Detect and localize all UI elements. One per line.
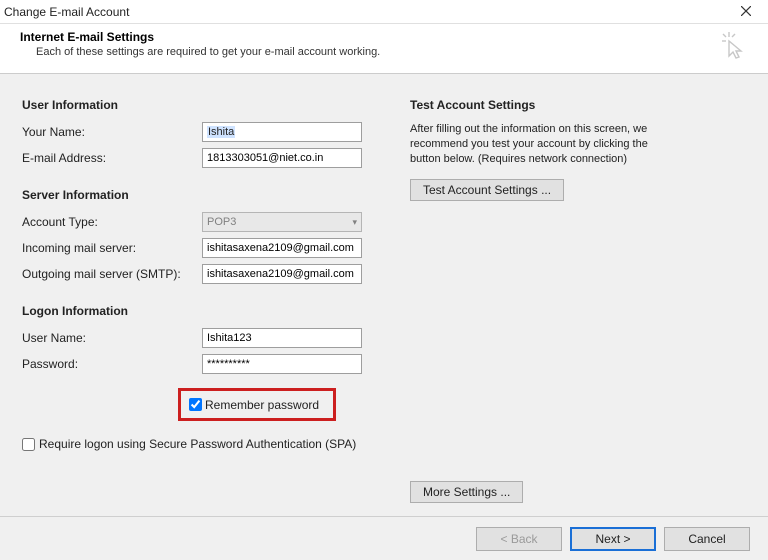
incoming-label: Incoming mail server:: [22, 241, 202, 255]
email-input[interactable]: [202, 148, 362, 168]
account-type-value: POP3: [207, 216, 236, 228]
header-text: Internet E-mail Settings Each of these s…: [20, 30, 380, 58]
user-information-title: User Information: [22, 98, 382, 112]
incoming-row: Incoming mail server:: [22, 238, 382, 258]
your-name-value: Ishita: [207, 126, 235, 138]
spa-checkbox[interactable]: [22, 438, 35, 451]
footer: < Back Next > Cancel: [0, 516, 768, 560]
spa-label: Require logon using Secure Password Auth…: [39, 437, 356, 451]
logon-information-title: Logon Information: [22, 304, 382, 318]
username-row: User Name:: [22, 328, 382, 348]
right-column: Test Account Settings After filling out …: [410, 98, 746, 516]
email-label: E-mail Address:: [22, 151, 202, 165]
more-settings-button[interactable]: More Settings ...: [410, 481, 523, 503]
test-account-text: After filling out the information on thi…: [410, 122, 670, 167]
close-button[interactable]: [730, 5, 762, 19]
left-column: User Information Your Name: Ishita E-mai…: [22, 98, 382, 516]
back-button: < Back: [476, 527, 562, 551]
incoming-server-input[interactable]: [202, 238, 362, 258]
your-name-label: Your Name:: [22, 125, 202, 139]
test-account-title: Test Account Settings: [410, 98, 746, 112]
password-row: Password:: [22, 354, 382, 374]
header-title: Internet E-mail Settings: [20, 30, 380, 44]
outgoing-row: Outgoing mail server (SMTP):: [22, 264, 382, 284]
cancel-button[interactable]: Cancel: [664, 527, 750, 551]
username-input[interactable]: [202, 328, 362, 348]
account-type-row: Account Type: POP3 ▾: [22, 212, 382, 232]
email-row: E-mail Address:: [22, 148, 382, 168]
dialog-header: Internet E-mail Settings Each of these s…: [0, 24, 768, 73]
username-label: User Name:: [22, 331, 202, 345]
cursor-click-icon: [722, 32, 748, 65]
remember-password-label: Remember password: [205, 398, 319, 412]
spa-row: Require logon using Secure Password Auth…: [22, 437, 382, 451]
next-button[interactable]: Next >: [570, 527, 656, 551]
your-name-row: Your Name: Ishita: [22, 122, 382, 142]
chevron-down-icon: ▾: [352, 217, 357, 228]
server-information-title: Server Information: [22, 188, 382, 202]
test-account-settings-button[interactable]: Test Account Settings ...: [410, 179, 564, 201]
remember-password-checkbox[interactable]: [189, 398, 202, 411]
window-title: Change E-mail Account: [4, 5, 730, 19]
password-input[interactable]: [202, 354, 362, 374]
your-name-input[interactable]: Ishita: [202, 122, 362, 142]
outgoing-label: Outgoing mail server (SMTP):: [22, 267, 202, 281]
titlebar: Change E-mail Account: [0, 0, 768, 24]
remember-password-highlight: Remember password: [178, 388, 336, 421]
password-label: Password:: [22, 357, 202, 371]
outgoing-server-input[interactable]: [202, 264, 362, 284]
header-subtitle: Each of these settings are required to g…: [36, 46, 380, 58]
close-icon: [741, 5, 751, 19]
account-type-select: POP3 ▾: [202, 212, 362, 232]
content-area: User Information Your Name: Ishita E-mai…: [0, 74, 768, 516]
account-type-label: Account Type:: [22, 215, 202, 229]
